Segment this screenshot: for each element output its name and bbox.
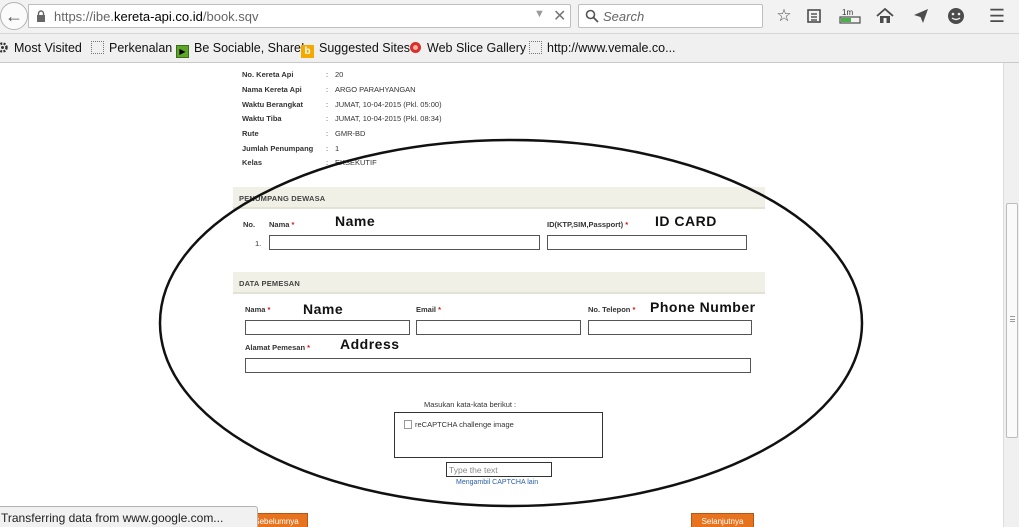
info-colon: : <box>326 100 329 109</box>
order-section-header: DATA PEMESAN <box>233 272 765 294</box>
scrollbar-thumb[interactable] <box>1006 203 1018 438</box>
info-value: 20 <box>335 70 344 79</box>
page-icon <box>91 41 104 54</box>
info-value: GMR-BD <box>335 129 366 138</box>
info-label: Nama Kereta Api <box>242 85 302 94</box>
captcha-image-alt: reCAPTCHA challenge image <box>415 420 514 429</box>
annotation-address: Address <box>340 336 400 352</box>
phone-input[interactable] <box>588 320 752 335</box>
section-title: DATA PEMESAN <box>239 279 301 288</box>
page-icon <box>529 41 542 54</box>
broken-image-icon <box>404 420 412 429</box>
info-label: Waktu Tiba <box>242 114 282 123</box>
section-title: PENUMPANG DEWASA <box>239 194 326 203</box>
info-label: Rute <box>242 129 259 138</box>
info-label: Kelas <box>242 158 263 167</box>
info-label: Jumlah Penumpang <box>242 144 314 153</box>
bookmark-be-sociable[interactable]: ▶ Be Sociable, Share! <box>176 41 305 58</box>
url-history-dropdown-icon[interactable]: ▼ <box>534 8 545 20</box>
search-input[interactable] <box>603 8 753 24</box>
reading-list-icon[interactable] <box>804 6 824 26</box>
bookmark-most-visited[interactable]: Most Visited <box>0 41 82 55</box>
info-value: EKSEKUTIF <box>335 158 377 167</box>
address-label: Alamat Pemesan * <box>245 343 311 352</box>
navigation-toolbar: ← https://ibe.kereta-api.co.id/book.sqv … <box>0 0 1019 34</box>
address-input[interactable] <box>245 358 751 373</box>
scrollbar-grip-icon <box>1010 316 1015 322</box>
info-value: JUMAT, 10-04-2015 (Pkl. 05:00) <box>335 100 442 109</box>
back-arrow-icon: ← <box>5 6 23 26</box>
info-value: 1 <box>335 144 340 153</box>
orderer-name-label: Nama * <box>245 305 271 314</box>
info-colon: : <box>326 114 329 123</box>
bookmark-perkenalan[interactable]: Perkenalan <box>91 41 172 55</box>
annotation-name: Name <box>303 301 344 317</box>
passenger-name-input[interactable] <box>269 235 540 250</box>
passenger-id-label: ID(KTP,SIM,Passport) * <box>547 220 629 229</box>
share-plane-icon[interactable] <box>911 6 931 26</box>
gear-icon <box>0 42 8 53</box>
annotation-phone: Phone Number <box>650 299 756 315</box>
status-bar: Transferring data from www.google.com... <box>0 506 258 527</box>
bookmark-star-icon[interactable]: ☆ <box>774 6 794 26</box>
chat-smiley-icon[interactable] <box>946 6 966 26</box>
browser-window: ← https://ibe.kereta-api.co.id/book.sqv … <box>0 0 1019 527</box>
bookmark-web-slice-gallery[interactable]: Web Slice Gallery <box>409 41 526 55</box>
passenger-name-label: Nama * <box>269 220 295 229</box>
status-text: Transferring data from www.google.com... <box>1 511 224 525</box>
web-slice-icon <box>410 42 421 53</box>
next-button[interactable]: Selanjutnya <box>691 513 754 527</box>
annotation-name: Name <box>335 213 376 229</box>
email-label: Email * <box>416 305 442 314</box>
search-bar[interactable] <box>578 4 763 28</box>
captcha-input[interactable] <box>446 462 552 477</box>
search-icon <box>585 9 599 23</box>
bing-icon: b <box>301 45 314 58</box>
back-button[interactable]: ← <box>0 2 28 30</box>
col-no-label: No. <box>243 220 256 229</box>
captcha-prompt: Masukan kata-kata berikut : <box>424 400 517 409</box>
url-bar[interactable]: https://ibe.kereta-api.co.id/book.sqv ▼ … <box>28 4 571 28</box>
info-value: ARGO PARAHYANGAN <box>335 85 416 94</box>
page-scrollbar[interactable] <box>1003 63 1019 527</box>
share-icon: ▶ <box>176 45 189 58</box>
row-number: 1. <box>255 239 262 248</box>
stop-icon[interactable]: ✕ <box>553 6 566 26</box>
home-icon[interactable] <box>875 6 895 26</box>
hamburger-menu-icon[interactable]: ☰ <box>987 6 1007 26</box>
bookmark-vemale[interactable]: http://www.vemale.co... <box>529 41 676 55</box>
annotation-id-card: ID CARD <box>655 213 717 229</box>
passenger-section-header: PENUMPANG DEWASA <box>233 187 765 209</box>
info-colon: : <box>326 144 329 153</box>
downloads-icon[interactable]: 1m <box>838 6 862 26</box>
info-label: Waktu Berangkat <box>242 100 303 109</box>
info-label: No. Kereta Api <box>242 70 294 79</box>
info-colon: : <box>326 129 329 138</box>
email-input[interactable] <box>416 320 581 335</box>
lock-icon <box>37 10 45 22</box>
info-value: JUMAT, 10-04-2015 (Pkl. 08:34) <box>335 114 442 123</box>
bookmarks-toolbar: Most Visited Perkenalan ▶ Be Sociable, Sh… <box>0 34 1019 63</box>
url-text: https://ibe.kereta-api.co.id/book.sqv <box>54 9 259 24</box>
phone-label: No. Telepon * <box>588 305 636 314</box>
captcha-refresh-link[interactable]: Mengambil CAPTCHA lain <box>456 479 538 486</box>
info-colon: : <box>326 70 329 79</box>
info-colon: : <box>326 85 329 94</box>
captcha-image-box: reCAPTCHA challenge image <box>394 412 603 458</box>
passenger-id-input[interactable] <box>547 235 747 250</box>
bookmark-suggested-sites[interactable]: b Suggested Sites <box>301 41 410 58</box>
page-content: No. Kereta Api : 20 Nama Kereta Api : AR… <box>0 63 1003 527</box>
info-colon: : <box>326 158 329 167</box>
orderer-name-input[interactable] <box>245 320 410 335</box>
